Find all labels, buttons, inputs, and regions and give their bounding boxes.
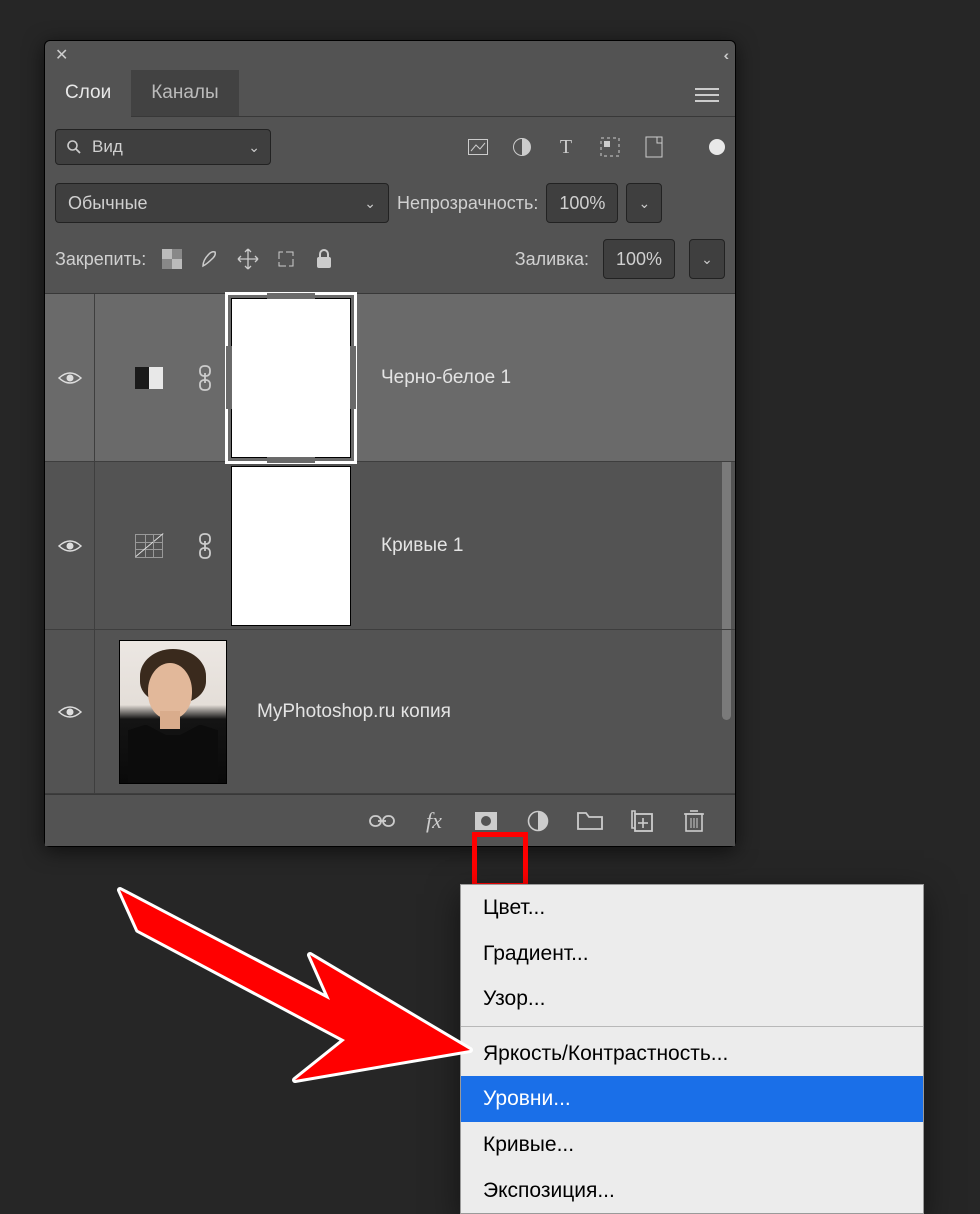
layer-row[interactable]: Черно-белое 1: [45, 294, 735, 462]
link-mask-icon[interactable]: [191, 532, 219, 560]
search-icon: [66, 139, 82, 155]
filter-type-icon[interactable]: T: [555, 136, 577, 158]
menu-item-pattern[interactable]: Узор...: [461, 976, 923, 1022]
menu-item-exposure[interactable]: Экспозиция...: [461, 1168, 923, 1214]
layer-name[interactable]: Кривые 1: [381, 535, 463, 557]
filter-toggle[interactable]: [709, 139, 725, 155]
tab-layers[interactable]: Слои: [45, 70, 131, 118]
collapse-icon[interactable]: ‹‹: [724, 47, 725, 63]
filter-pixel-icon[interactable]: [467, 136, 489, 158]
filter-shape-icon[interactable]: [599, 136, 621, 158]
close-icon[interactable]: ✕: [55, 45, 68, 65]
blend-mode-select[interactable]: Обычные ⌄: [55, 183, 389, 223]
menu-item-levels[interactable]: Уровни...: [461, 1076, 923, 1122]
opacity-input[interactable]: 100%: [546, 183, 618, 223]
opacity-slider-trigger[interactable]: ⌄: [626, 183, 662, 223]
filter-type-label: Вид: [92, 137, 123, 157]
delete-layer-icon[interactable]: [681, 808, 707, 834]
chevron-down-icon: ⌄: [248, 139, 260, 156]
tab-channels[interactable]: Каналы: [131, 70, 238, 116]
new-layer-icon[interactable]: [629, 808, 655, 834]
layer-name[interactable]: MyPhotoshop.ru копия: [257, 701, 451, 723]
bw-adjustment-icon: [135, 364, 163, 392]
arrow-annotation: [100, 870, 520, 1100]
lock-artboard-icon[interactable]: [274, 247, 298, 271]
fx-icon[interactable]: fx: [421, 808, 447, 834]
layer-image-thumb[interactable]: [119, 640, 227, 784]
link-layers-icon[interactable]: [369, 808, 395, 834]
blend-row: Обычные ⌄ Непрозрачность: 100% ⌄: [45, 177, 735, 229]
layer-row[interactable]: Кривые 1: [45, 462, 735, 630]
panel-tabs: Слои Каналы: [45, 69, 735, 117]
menu-item-gradient[interactable]: Градиент...: [461, 931, 923, 977]
blend-mode-value: Обычные: [68, 193, 148, 214]
menu-separator: [461, 1026, 923, 1027]
layers-panel: ✕ ‹‹ Слои Каналы Вид ⌄ T: [44, 40, 736, 847]
layer-mask-thumb[interactable]: [231, 298, 351, 458]
chevron-down-icon: ⌄: [364, 195, 376, 212]
lock-all-icon[interactable]: [312, 247, 336, 271]
layer-name[interactable]: Черно-белое 1: [381, 367, 511, 389]
lock-pixels-icon[interactable]: [198, 247, 222, 271]
panel-topbar: ✕ ‹‹: [45, 41, 735, 69]
filter-type-select[interactable]: Вид ⌄: [55, 129, 271, 165]
visibility-toggle[interactable]: [45, 630, 95, 793]
fill-slider-trigger[interactable]: ⌄: [689, 239, 725, 279]
visibility-toggle[interactable]: [45, 294, 95, 461]
lock-position-icon[interactable]: [236, 247, 260, 271]
filter-adjustment-icon[interactable]: [511, 136, 533, 158]
lock-label: Закрепить:: [55, 249, 146, 270]
add-mask-icon[interactable]: [473, 808, 499, 834]
fill-label: Заливка:: [515, 249, 589, 270]
layers-list: Черно-белое 1 Кривые 1 MyPhotoshop.ru ко…: [45, 293, 735, 794]
menu-item-brightness[interactable]: Яркость/Контрастность...: [461, 1031, 923, 1077]
lock-row: Закрепить: Заливка: 100% ⌄: [45, 229, 735, 293]
filter-icons: T: [467, 136, 665, 158]
layer-row[interactable]: MyPhotoshop.ru копия: [45, 630, 735, 794]
panel-menu-icon[interactable]: [695, 84, 719, 102]
visibility-toggle[interactable]: [45, 462, 95, 629]
filter-row: Вид ⌄ T: [45, 117, 735, 177]
new-group-icon[interactable]: [577, 808, 603, 834]
layer-mask-thumb[interactable]: [231, 466, 351, 626]
adjustment-context-menu: Цвет... Градиент... Узор... Яркость/Конт…: [460, 884, 924, 1214]
curves-adjustment-icon: [135, 532, 163, 560]
link-mask-icon[interactable]: [191, 364, 219, 392]
filter-smart-icon[interactable]: [643, 136, 665, 158]
panel-bottom-bar: fx: [45, 794, 735, 846]
lock-transparency-icon[interactable]: [160, 247, 184, 271]
opacity-label: Непрозрачность:: [397, 193, 538, 214]
new-adjustment-layer-icon[interactable]: [525, 808, 551, 834]
menu-item-color[interactable]: Цвет...: [461, 885, 923, 931]
fill-input[interactable]: 100%: [603, 239, 675, 279]
menu-item-curves[interactable]: Кривые...: [461, 1122, 923, 1168]
